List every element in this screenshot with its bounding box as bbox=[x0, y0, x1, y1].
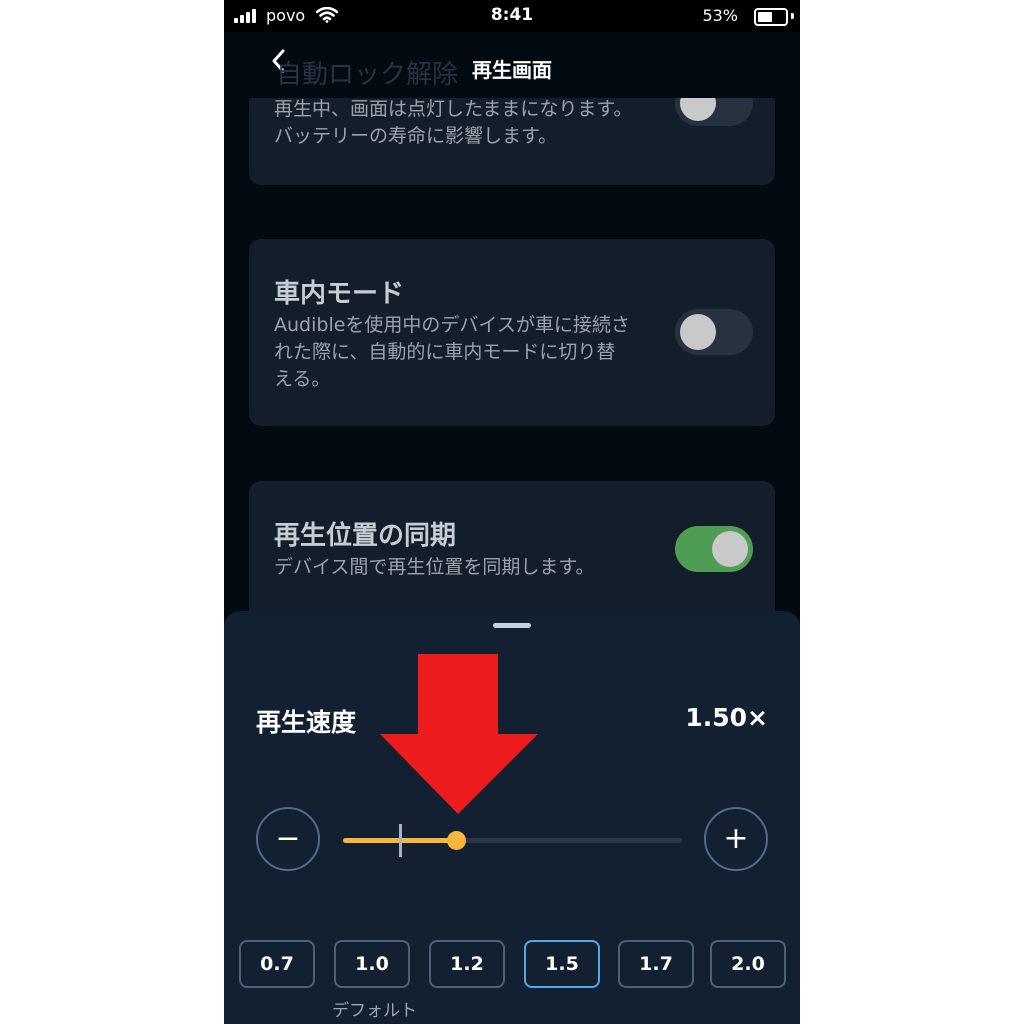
nav-header: 再生画面 bbox=[224, 32, 800, 98]
sync-card: 再生位置の同期 デバイス間で再生位置を同期します。 bbox=[249, 481, 775, 631]
sheet-grabber[interactable] bbox=[493, 623, 531, 628]
battery-cap bbox=[791, 13, 794, 19]
car-mode-toggle[interactable] bbox=[675, 309, 753, 355]
page-title: 再生画面 bbox=[472, 58, 552, 82]
decrease-speed-button[interactable]: − bbox=[256, 807, 320, 871]
speed-label: 再生速度 bbox=[256, 708, 357, 737]
speed-preset-1-7-button[interactable]: 1.7 bbox=[618, 940, 694, 988]
sync-title: 再生位置の同期 bbox=[274, 521, 457, 551]
sync-toggle[interactable] bbox=[675, 526, 753, 572]
increase-speed-button[interactable]: + bbox=[704, 807, 768, 871]
speed-slider[interactable] bbox=[343, 824, 682, 857]
speed-preset-0-7-button[interactable]: 0.7 bbox=[239, 940, 315, 988]
status-bar: povo 8:41 53% bbox=[224, 0, 800, 32]
car-mode-title: 車内モード bbox=[274, 279, 405, 309]
red-down-arrow-annotation bbox=[380, 654, 538, 814]
car-mode-description: Audibleを使用中のデバイスが車に接続された際に、自動的に車内モードに切り替… bbox=[274, 314, 630, 390]
speed-preset-1-0-button[interactable]: 1.0 bbox=[334, 940, 410, 988]
slider-default-marker bbox=[398, 824, 402, 857]
auto-lock-description: 再生中、画面は点灯したままになります。バッテリーの寿命に影響します。 bbox=[274, 98, 633, 147]
sync-description: デバイス間で再生位置を同期します。 bbox=[274, 556, 595, 578]
speed-preset-1-5-button[interactable]: 1.5 bbox=[524, 940, 600, 988]
speed-preset-1-2-button[interactable]: 1.2 bbox=[429, 940, 505, 988]
toggle-knob bbox=[712, 531, 748, 567]
default-caption: デフォルト bbox=[332, 1001, 417, 1021]
speed-value: 1.50× bbox=[685, 703, 768, 732]
speed-preset-2-0-button[interactable]: 2.0 bbox=[710, 940, 786, 988]
battery-level bbox=[758, 12, 772, 22]
car-mode-card: 車内モード Audibleを使用中のデバイスが車に接続された際に、自動的に車内モ… bbox=[249, 239, 775, 426]
battery-percentage: 53% bbox=[702, 6, 738, 25]
slider-thumb[interactable] bbox=[447, 831, 466, 850]
phone-screen: povo 8:41 53% 自動ロック解除 再生中、画面は点灯したままになります… bbox=[224, 0, 800, 1024]
battery-icon bbox=[754, 8, 788, 26]
toggle-knob bbox=[680, 314, 716, 350]
